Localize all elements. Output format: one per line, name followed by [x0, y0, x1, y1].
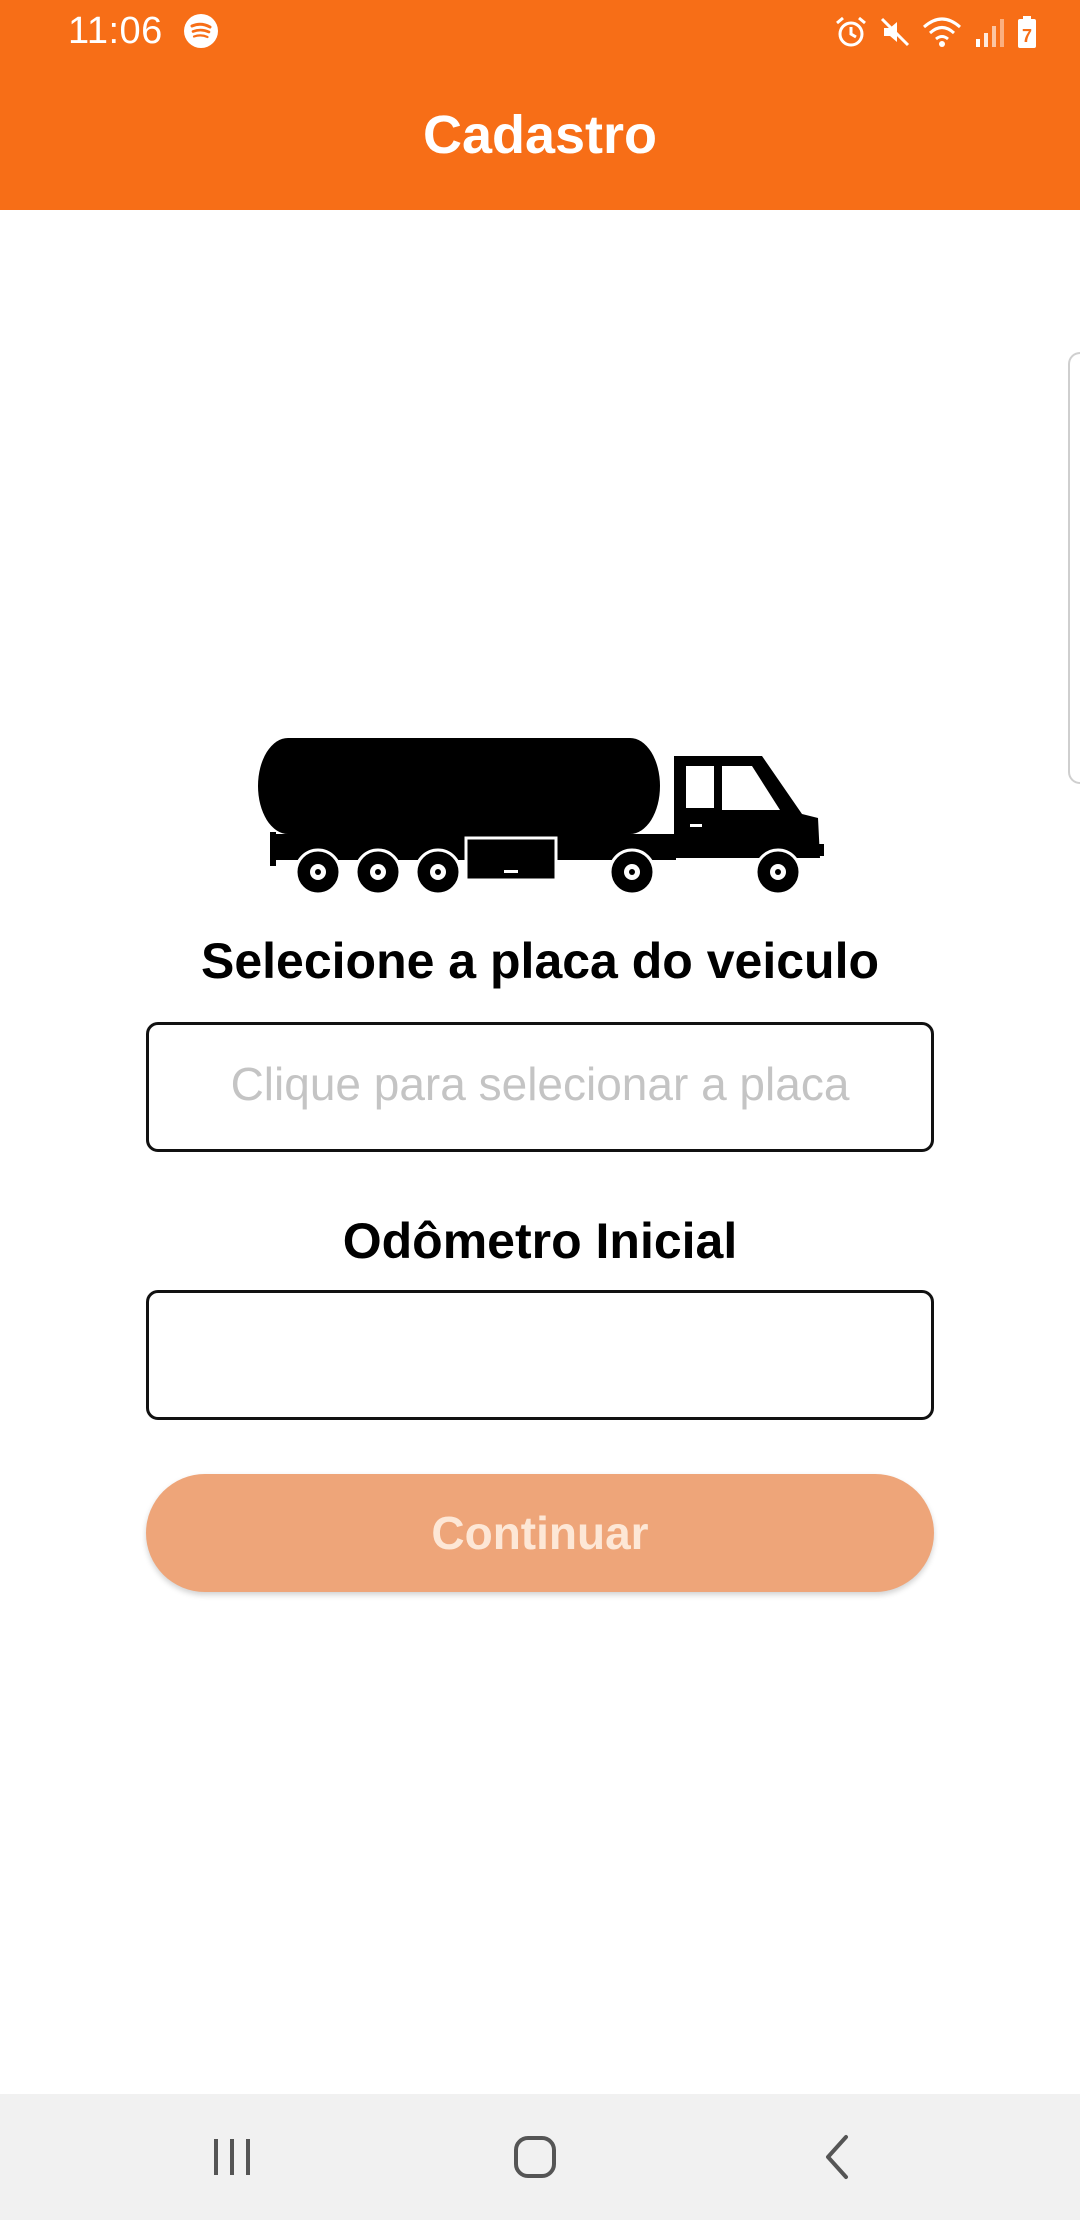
continue-button[interactable]: Continuar [146, 1474, 934, 1592]
plate-label: Selecione a placa do veiculo [200, 933, 880, 989]
back-icon [826, 2135, 848, 2179]
status-time: 11:06 [68, 10, 163, 52]
home-icon [514, 2136, 556, 2178]
status-icons: 7 [834, 14, 1038, 50]
tanker-truck-icon [254, 732, 826, 898]
mute-icon [878, 15, 912, 49]
odometer-input[interactable] [149, 1293, 931, 1417]
plate-select-field[interactable]: Clique para selecionar a placa [146, 1022, 934, 1152]
plate-placeholder: Clique para selecionar a placa [230, 1058, 850, 1110]
signal-icon [972, 15, 1006, 49]
back-button[interactable] [768, 2094, 908, 2220]
recents-icon [214, 2139, 250, 2175]
odometer-label: Odômetro Inicial [342, 1213, 738, 1269]
navigation-bar [0, 2094, 1080, 2220]
odometer-field[interactable] [146, 1290, 934, 1420]
app-bar: Cadastro [0, 64, 1080, 210]
recents-button[interactable] [162, 2094, 302, 2220]
alarm-icon [834, 15, 868, 49]
battery-level: 7 [1022, 26, 1032, 46]
battery-icon: 7 [1016, 15, 1038, 49]
registration-screen: 11:06 7 Cadastro Selecione a placa do ve… [0, 0, 1080, 2220]
home-button[interactable] [465, 2094, 605, 2220]
edge-panel-handle[interactable] [1068, 352, 1080, 784]
status-bar: 11:06 7 [0, 0, 1080, 64]
wifi-icon [922, 15, 962, 49]
page-title: Cadastro [422, 105, 658, 165]
spotify-icon [184, 14, 218, 48]
